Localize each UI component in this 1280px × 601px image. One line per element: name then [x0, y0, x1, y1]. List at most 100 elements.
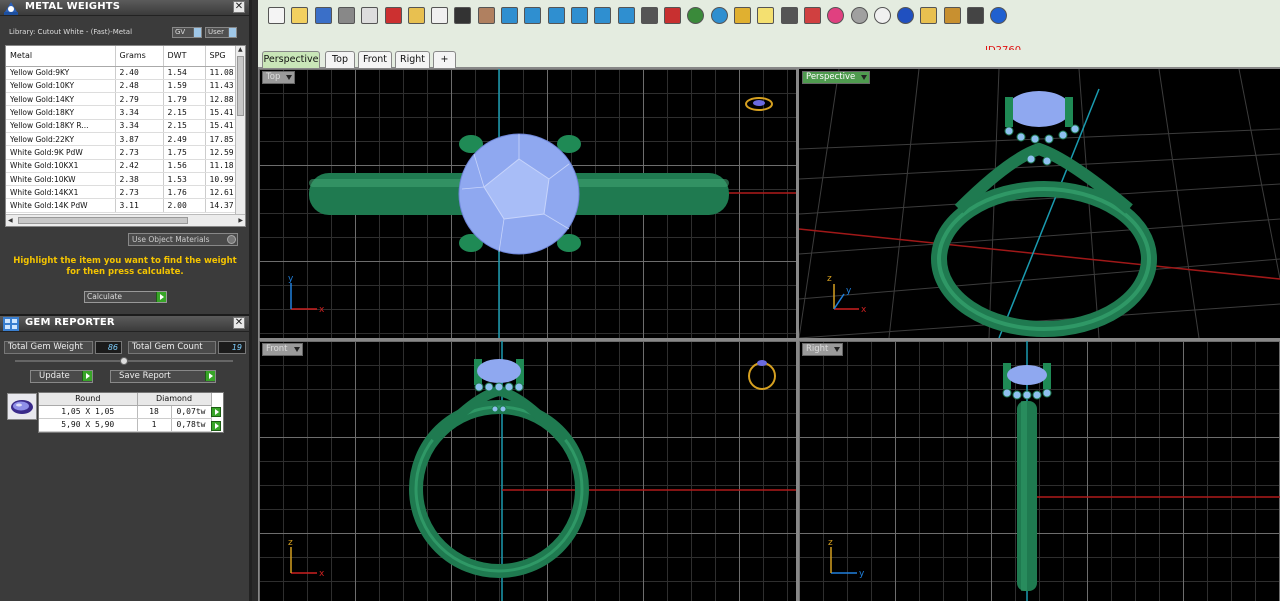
car-icon[interactable]: [664, 7, 682, 24]
metal-weights-close-button[interactable]: ✕: [233, 1, 245, 13]
tab-perspective[interactable]: Perspective: [262, 51, 320, 68]
metal-row[interactable]: Yellow Gold:18KY R... 3.34 2.15 15.41: [6, 119, 245, 133]
clipboard-icon[interactable]: [407, 7, 425, 24]
viewport-front-label[interactable]: Front: [262, 343, 303, 356]
print-icon[interactable]: [337, 7, 355, 24]
viewport-right[interactable]: y z Right: [799, 341, 1280, 601]
metal-row[interactable]: White Gold:9K PdW 2.73 1.75 12.59: [6, 145, 245, 160]
target-icon[interactable]: [710, 7, 728, 24]
open-icon[interactable]: [291, 7, 309, 24]
tab-right[interactable]: Right: [395, 51, 430, 68]
gem-row-1-go-icon[interactable]: [211, 407, 221, 417]
copy-icon[interactable]: [361, 7, 379, 24]
metal-row[interactable]: White Gold:10KW 2.38 1.53 10.99: [6, 172, 245, 187]
lock-icon[interactable]: [780, 7, 798, 24]
pan-hand-icon[interactable]: [477, 7, 495, 24]
calculate-button[interactable]: Calculate: [84, 291, 167, 303]
add-tab-button[interactable]: +: [433, 51, 456, 68]
save-report-button[interactable]: Save Report: [110, 370, 216, 383]
user-button[interactable]: User: [205, 27, 237, 38]
metal-table[interactable]: Metal Grams DWT SPG Yellow Gold:9KY 2.40 1…: [5, 45, 246, 227]
materials-icon[interactable]: [803, 7, 821, 24]
gem-cell-weight: 0,78tw: [171, 418, 212, 432]
eye-icon[interactable]: [687, 7, 705, 24]
gem-table[interactable]: Round Diamond 1,05 X 1,05 18 0,07tw 5,90 X …: [38, 392, 224, 433]
sphere-white-icon[interactable]: [873, 7, 891, 24]
move-icon[interactable]: [501, 7, 518, 24]
light-bulb-icon[interactable]: [757, 7, 775, 24]
column-header-grams[interactable]: Grams: [115, 46, 164, 67]
viewport-top[interactable]: x y Top: [259, 69, 796, 338]
rotate-view-icon[interactable]: [617, 7, 635, 24]
snap-icon[interactable]: [734, 7, 751, 24]
scroll-right-icon[interactable]: ▶: [238, 217, 243, 224]
gem-row-2-go-icon[interactable]: [211, 421, 221, 431]
column-header-dwt[interactable]: DWT: [163, 46, 206, 67]
total-gem-count-label: Total Gem Count: [128, 341, 216, 354]
gv-button[interactable]: GV: [172, 27, 202, 38]
zoom-selected-icon[interactable]: [594, 7, 612, 24]
metal-row[interactable]: White Gold:14KX1 2.73 1.76 12.61: [6, 185, 245, 200]
color-wheel-icon[interactable]: [827, 7, 845, 24]
gem-row[interactable]: 5,90 X 5,90 1 0,78tw: [39, 418, 212, 432]
four-viewports-icon[interactable]: [640, 7, 658, 24]
paste-icon[interactable]: [431, 7, 449, 24]
total-gem-count-value: 19: [218, 341, 246, 354]
update-label: Update: [39, 371, 70, 381]
zoom-in-icon[interactable]: [524, 7, 542, 24]
metal-row[interactable]: White Gold:14K PdW 3.11 2.00 14.37: [6, 198, 245, 213]
sphere-gray-icon[interactable]: [850, 7, 868, 24]
gem-cell-size: 1,05 X 1,05: [39, 405, 138, 419]
pencil-icon[interactable]: [920, 7, 938, 24]
undo-icon[interactable]: [454, 7, 472, 24]
metal-table-horizontal-scrollbar[interactable]: ◀ ▶: [6, 214, 245, 226]
total-gem-weight-value: 86: [95, 341, 122, 354]
metal-row[interactable]: Yellow Gold:22KY 3.87 2.49 17.85: [6, 132, 245, 147]
user-toggle-icon: [228, 28, 236, 37]
metal-row[interactable]: Yellow Gold:14KY 2.79 1.79 12.88: [6, 92, 245, 107]
scrollbar-thumb[interactable]: [237, 56, 244, 116]
metal-row[interactable]: Yellow Gold:18KY 3.34 2.15 15.41: [6, 105, 245, 120]
options-icon[interactable]: [967, 7, 984, 24]
use-object-materials-dropdown[interactable]: Use Object Materials: [128, 233, 238, 246]
metal-table-vertical-scrollbar[interactable]: ▲: [235, 46, 245, 216]
gem-row[interactable]: 1,05 X 1,05 18 0,07tw: [39, 405, 212, 419]
sphere-blue-icon[interactable]: [897, 7, 915, 24]
main-toolbar: [258, 0, 1280, 50]
tab-top[interactable]: Top: [325, 51, 355, 68]
metal-row[interactable]: Yellow Gold:9KY 2.40 1.54 11.08: [6, 66, 245, 80]
chevron-down-icon: [861, 75, 868, 80]
scroll-left-icon[interactable]: ◀: [8, 217, 13, 224]
zoom-window-icon[interactable]: [547, 7, 565, 24]
gem-table-header: Round Diamond: [39, 393, 212, 406]
cut-icon[interactable]: [384, 7, 402, 24]
viewport-tabs: Perspective Top Front Right +: [258, 50, 1280, 68]
metal-weights-panel: METAL WEIGHTS ✕ Library: Cutout White - …: [0, 0, 249, 314]
metal-row[interactable]: Yellow Gold:10KY 2.48 1.59 11.43: [6, 79, 245, 94]
column-header-round[interactable]: Round: [39, 393, 138, 406]
viewport-front[interactable]: x z Front: [259, 341, 796, 601]
viewport-top-label[interactable]: Top: [262, 71, 296, 84]
scrollbar-thumb[interactable]: [18, 217, 188, 224]
viewport-right-label[interactable]: Right: [802, 343, 844, 356]
chevron-down-icon: [293, 347, 300, 352]
metal-cell-dwt: 1.79: [163, 92, 206, 107]
viewport-perspective[interactable]: x z y Perspective: [799, 69, 1280, 338]
svg-text:y: y: [288, 274, 294, 284]
column-header-diamond[interactable]: Diamond: [137, 393, 212, 406]
metal-cell-metal: Yellow Gold:22KY: [6, 132, 116, 147]
metal-row[interactable]: White Gold:10KX1 2.42 1.56 11.18: [6, 159, 245, 173]
column-header-metal[interactable]: Metal: [6, 46, 116, 67]
help-icon[interactable]: [990, 7, 1008, 24]
gem-reporter-close-button[interactable]: ✕: [233, 317, 245, 329]
update-button[interactable]: Update: [30, 370, 93, 383]
new-icon[interactable]: [268, 7, 285, 24]
gem-slider-handle[interactable]: [120, 357, 128, 365]
gear-icon[interactable]: [943, 7, 961, 24]
zoom-extents-icon[interactable]: [570, 7, 588, 24]
save-icon[interactable]: [314, 7, 332, 24]
tab-front[interactable]: Front: [358, 51, 392, 68]
scroll-up-icon[interactable]: ▲: [238, 46, 243, 53]
gem-thumbnail[interactable]: [7, 393, 37, 420]
viewport-perspective-label[interactable]: Perspective: [802, 71, 871, 84]
